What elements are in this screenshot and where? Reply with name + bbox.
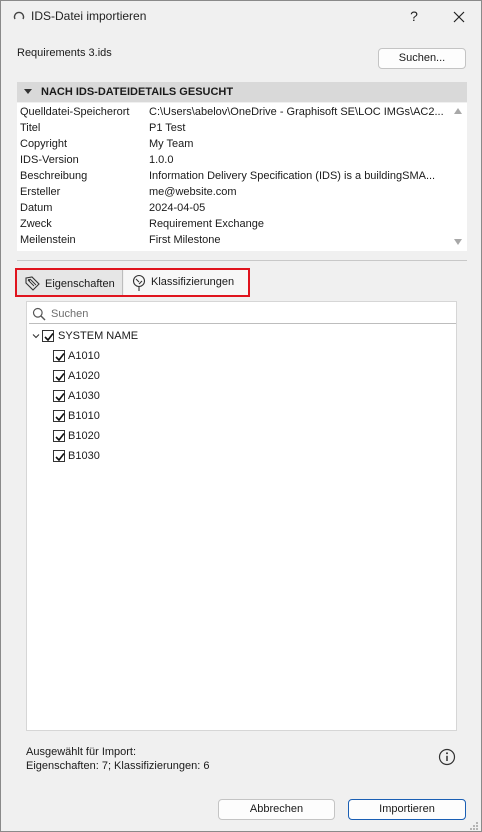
details-section-title: NACH IDS-DATEIDETAILS GESUCHT: [41, 86, 234, 98]
detail-row: Datum 2024-04-05: [17, 200, 451, 216]
resize-grip-icon[interactable]: [467, 819, 479, 831]
detail-value: 2024-04-05: [149, 202, 206, 214]
tree-label: A1030: [68, 390, 100, 402]
detail-key: Zweck: [20, 218, 52, 230]
tree-root-row: SYSTEM NAME: [27, 328, 427, 344]
tree-item-row: A1020: [27, 368, 427, 384]
tag-icon: [25, 276, 40, 291]
detail-key: Ersteller: [20, 186, 61, 198]
detail-key: Quelldatei-Speicherort: [20, 106, 130, 118]
chevron-down-icon[interactable]: [32, 332, 40, 340]
tree-item-row: B1020: [27, 428, 427, 444]
tree-label: B1010: [68, 410, 100, 422]
checkmark-icon: [55, 413, 65, 422]
checkmark-icon: [55, 453, 65, 462]
detail-value: My Team: [149, 138, 194, 150]
window-title: IDS-Datei importieren: [31, 9, 147, 23]
search-icon: [32, 307, 46, 321]
checkmark-icon: [44, 333, 54, 342]
search-input[interactable]: [51, 306, 431, 322]
info-icon[interactable]: [438, 748, 456, 766]
cancel-button[interactable]: Abbrechen: [218, 799, 335, 820]
tab-label: Klassifizierungen: [151, 276, 235, 288]
detail-row: Copyright My Team: [17, 136, 451, 152]
detail-key: Beschreibung: [20, 170, 88, 182]
checkbox-a1030[interactable]: [53, 390, 65, 402]
checkbox-b1010[interactable]: [53, 410, 65, 422]
detail-value: P1 Test: [149, 122, 186, 134]
loading-spinner-icon: [13, 11, 25, 20]
classification-tree-icon: [132, 274, 146, 291]
detail-row: Zweck Requirement Exchange: [17, 216, 451, 232]
detail-key: Copyright: [20, 138, 68, 150]
tab-label: Eigenschaften: [45, 278, 115, 290]
checkbox-a1010[interactable]: [53, 350, 65, 362]
details-section-header[interactable]: NACH IDS-DATEIDETAILS GESUCHT: [17, 82, 467, 102]
checkbox-b1020[interactable]: [53, 430, 65, 442]
detail-value: 1.0.0: [149, 154, 174, 166]
tree-item-row: B1010: [27, 408, 427, 424]
detail-row: Meilenstein First Milestone: [17, 232, 451, 248]
title-bar: IDS-Datei importieren ?: [1, 1, 481, 33]
browse-file-button[interactable]: Suchen...: [378, 48, 466, 69]
checkmark-icon: [55, 433, 65, 442]
close-icon[interactable]: [449, 7, 469, 27]
tree-label: A1020: [68, 370, 100, 382]
checkmark-icon: [55, 353, 65, 362]
details-list: Quelldatei-Speicherort C:\Users\abelov\O…: [17, 103, 467, 251]
detail-value: Information Delivery Specification (IDS)…: [149, 170, 436, 182]
tree-label: SYSTEM NAME: [58, 330, 139, 342]
import-ids-dialog: IDS-Datei importieren ? Requirements 3.i…: [0, 0, 482, 832]
detail-row: IDS-Version 1.0.0: [17, 152, 451, 168]
scroll-down-arrow-icon[interactable]: [454, 239, 462, 245]
checkbox-b1030[interactable]: [53, 450, 65, 462]
checkbox-system-name[interactable]: [42, 330, 54, 342]
tree-item-row: A1010: [27, 348, 427, 364]
import-summary-counts: Eigenschaften: 7; Klassifizierungen: 6: [26, 760, 210, 772]
detail-key: Datum: [20, 202, 53, 214]
detail-value: C:\Users\abelov\OneDrive - Graphisoft SE…: [149, 106, 444, 118]
tree-label: B1030: [68, 450, 100, 462]
classification-panel: SYSTEM NAME A1010 A1020 A1030 B1010: [26, 301, 457, 731]
tree-item-row: B1030: [27, 448, 427, 464]
checkbox-a1020[interactable]: [53, 370, 65, 382]
detail-key: IDS-Version: [20, 154, 79, 166]
tree-label: A1010: [68, 350, 100, 362]
help-button[interactable]: ?: [405, 7, 423, 25]
tab-eigenschaften[interactable]: Eigenschaften: [17, 270, 123, 295]
section-divider: [17, 260, 467, 261]
detail-value: me@website.com: [149, 186, 237, 198]
import-summary-title: Ausgewählt für Import:: [26, 746, 137, 758]
tree-label: B1020: [68, 430, 100, 442]
import-button[interactable]: Importieren: [348, 799, 466, 820]
tree-item-row: A1030: [27, 388, 427, 404]
file-name: Requirements 3.ids: [17, 47, 112, 59]
detail-row: Titel P1 Test: [17, 120, 451, 136]
detail-row: Ersteller me@website.com: [17, 184, 451, 200]
detail-key: Meilenstein: [20, 234, 76, 246]
collapse-triangle-icon: [24, 89, 32, 94]
checkmark-icon: [55, 393, 65, 402]
search-box[interactable]: [29, 304, 456, 324]
detail-key: Titel: [20, 122, 41, 134]
detail-value: First Milestone: [149, 234, 221, 246]
detail-row: Quelldatei-Speicherort C:\Users\abelov\O…: [17, 104, 451, 120]
detail-row: Beschreibung Information Delivery Specif…: [17, 168, 451, 184]
tab-klassifizierungen[interactable]: Klassifizierungen: [124, 270, 248, 295]
checkmark-icon: [55, 373, 65, 382]
detail-value: Requirement Exchange: [149, 218, 264, 230]
scroll-up-arrow-icon[interactable]: [454, 108, 462, 114]
